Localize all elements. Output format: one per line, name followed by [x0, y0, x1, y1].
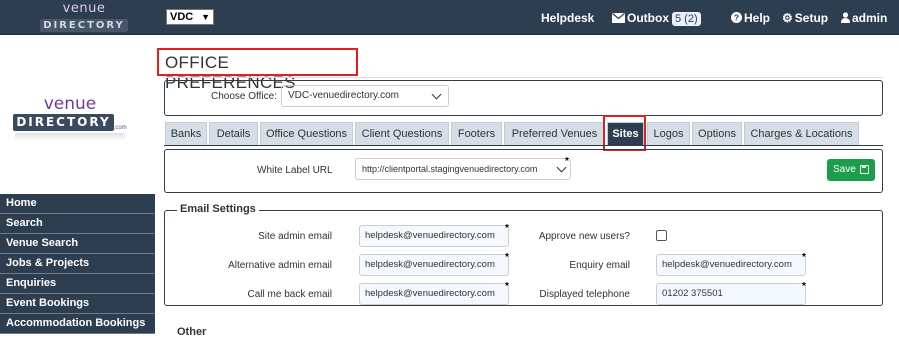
setup-link[interactable]: ⚙ Setup: [782, 11, 828, 25]
required-marker: *: [505, 252, 509, 263]
page-title: OFFICE PREFERENCES: [157, 48, 358, 92]
office-code-value: VDC: [170, 11, 194, 23]
user-menu[interactable]: admin: [841, 11, 887, 25]
top-logo[interactable]: venue DIRECTORY: [38, 2, 130, 32]
sidebar-logo-directory: DIRECTORY: [13, 114, 114, 131]
tab-client-questions[interactable]: Client Questions: [355, 122, 449, 145]
title-divider: [164, 77, 883, 78]
choose-office-label: Choose Office:: [211, 91, 277, 102]
call-me-back-email-label: Call me back email: [247, 289, 332, 300]
call-me-back-email-input[interactable]: helpdesk@venuedirectory.com: [359, 283, 509, 305]
tab-details[interactable]: Details: [209, 122, 258, 145]
enquiry-email-input[interactable]: helpdesk@venuedirectory.com: [656, 254, 806, 276]
required-marker: *: [505, 223, 509, 234]
required-marker: *: [802, 252, 806, 263]
enquiry-email-label: Enquiry email: [569, 260, 630, 271]
outbox-link[interactable]: Outbox 5 (2): [612, 11, 701, 26]
displayed-telephone-input[interactable]: 01202 375501: [656, 283, 806, 305]
help-link[interactable]: ? Help: [731, 11, 770, 25]
top-logo-venue: venue: [62, 1, 106, 16]
sidebar-item-jobs-projects[interactable]: Jobs & Projects: [0, 254, 155, 274]
floppy-disk-icon: [860, 165, 869, 174]
outbox-label: Outbox: [627, 11, 669, 25]
required-marker: *: [565, 156, 569, 167]
email-settings-legend: Email Settings: [177, 203, 259, 215]
choose-office-value: VDC-venuedirectory.com: [288, 90, 399, 101]
approve-new-users-label: Approve new users?: [538, 231, 630, 242]
sidebar-item-home[interactable]: Home: [0, 194, 155, 214]
envelope-icon: [612, 13, 625, 23]
sidebar-logo-venue: venue: [43, 94, 97, 114]
white-label-url-select[interactable]: http://clientportal.stagingvenuedirector…: [355, 158, 571, 180]
white-label-url-label: White Label URL: [257, 165, 333, 176]
required-marker: *: [802, 281, 806, 292]
tabs-divider: [164, 145, 883, 146]
top-bar: venue DIRECTORY VDC ▼ Helpdesk Outbox 5 (…: [0, 0, 899, 35]
site-admin-email-input[interactable]: helpdesk@venuedirectory.com: [359, 225, 509, 247]
tab-options[interactable]: Options: [692, 122, 742, 145]
svg-text:?: ?: [734, 13, 739, 23]
site-admin-email-label: Site admin email: [258, 231, 332, 242]
sidebar-logo-suffix: .com: [113, 125, 127, 131]
setup-label: Setup: [794, 11, 829, 25]
choose-office-select[interactable]: VDC-venuedirectory.com: [281, 85, 449, 107]
required-marker: *: [505, 281, 509, 292]
alternative-admin-email-input[interactable]: helpdesk@venuedirectory.com: [359, 254, 509, 276]
office-code-select[interactable]: VDC ▼: [166, 9, 214, 25]
tab-charges-locations[interactable]: Charges & Locations: [744, 122, 859, 145]
sidebar-nav: Home Search Venue Search Jobs & Projects…: [0, 194, 155, 334]
sites-panel: White Label URL http://clientportal.stag…: [164, 149, 883, 193]
tab-logos[interactable]: Logos: [647, 122, 690, 145]
sidebar-item-accommodation-bookings[interactable]: Accommodation Bookings: [0, 314, 155, 334]
displayed-telephone-label: Displayed telephone: [539, 289, 630, 300]
tab-footers[interactable]: Footers: [451, 122, 502, 145]
outbox-count-badge: 5 (2): [672, 12, 701, 26]
tab-banks[interactable]: Banks: [165, 122, 207, 145]
white-label-url-value: http://clientportal.stagingvenuedirector…: [362, 164, 538, 174]
chevron-down-icon: ▼: [201, 12, 210, 22]
helpdesk-link[interactable]: Helpdesk: [541, 11, 594, 25]
save-label: Save: [833, 164, 856, 175]
chevron-down-icon: [431, 89, 442, 100]
top-logo-directory: DIRECTORY: [40, 19, 128, 32]
sidebar-logo[interactable]: venue DIRECTORY .com: [6, 96, 134, 156]
sidebar-item-venue-search[interactable]: Venue Search: [0, 234, 155, 254]
tab-preferred-venues[interactable]: Preferred Venues: [504, 122, 605, 145]
save-button[interactable]: Save: [827, 159, 875, 181]
question-circle-icon: ?: [731, 12, 742, 23]
logo-reflection: [15, 133, 125, 141]
sidebar-item-event-bookings[interactable]: Event Bookings: [0, 294, 155, 314]
alternative-admin-email-label: Alternative admin email: [228, 260, 332, 271]
tab-office-questions[interactable]: Office Questions: [260, 122, 353, 145]
gear-icon: ⚙: [782, 11, 793, 25]
user-name: admin: [852, 11, 888, 25]
help-label: Help: [744, 11, 771, 25]
user-icon: [841, 12, 850, 23]
approve-new-users-checkbox[interactable]: [656, 230, 667, 241]
sidebar-item-enquiries[interactable]: Enquiries: [0, 274, 155, 294]
sidebar-item-search[interactable]: Search: [0, 214, 155, 234]
other-settings-legend: Other: [177, 326, 207, 338]
choose-office-panel: Choose Office: VDC-venuedirectory.com: [164, 80, 883, 116]
